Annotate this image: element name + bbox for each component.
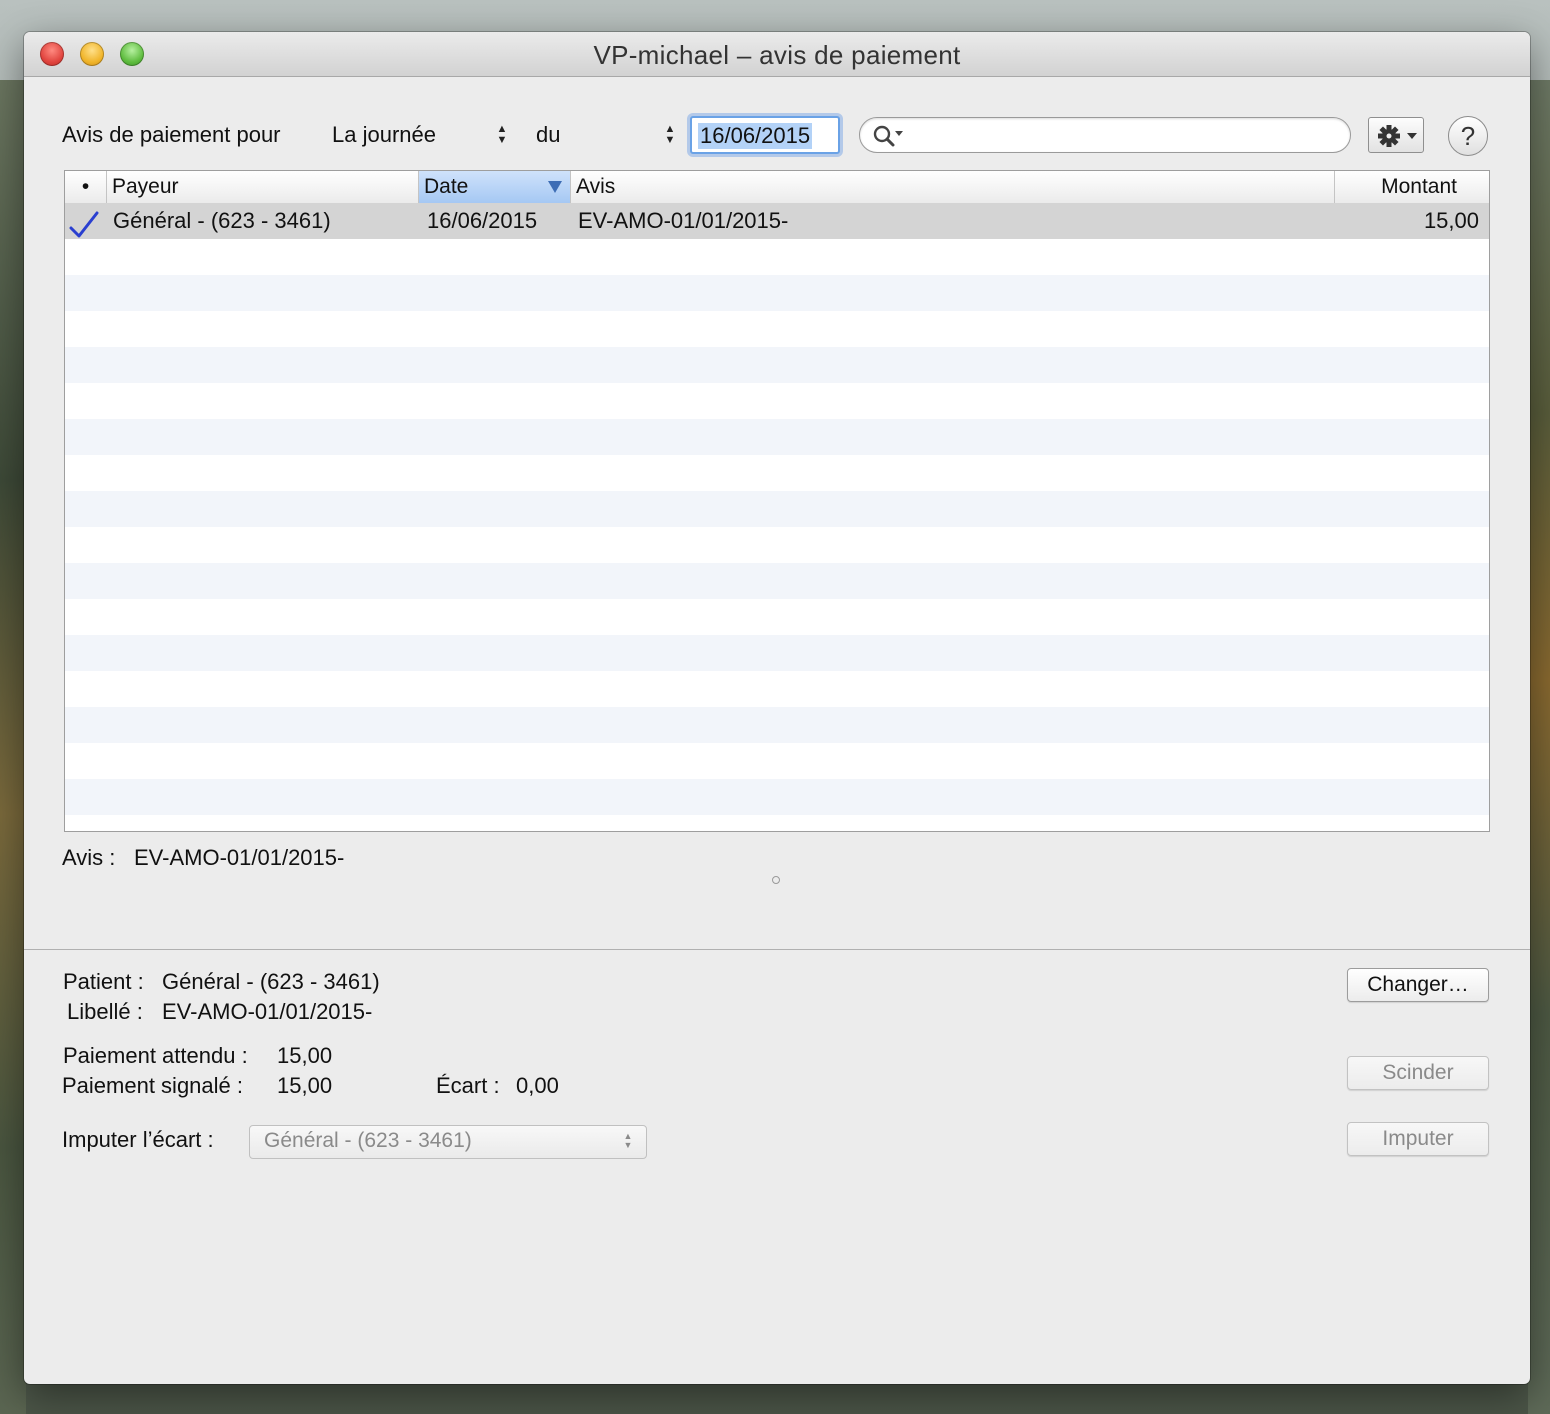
avis-detail-label: Avis : [62, 845, 116, 870]
action-menu-button[interactable] [1368, 117, 1424, 153]
section-divider [24, 949, 1530, 950]
filter-label: Avis de paiement pour [62, 122, 281, 147]
sort-descending-icon [548, 181, 562, 193]
column-header-date-label: Date [424, 175, 469, 198]
period-popup[interactable]: La journée ▲ ▼ [324, 116, 514, 154]
search-icon[interactable] [872, 123, 912, 149]
popup-arrows-icon: ▲ ▼ [496, 123, 508, 146]
date-cell: 16/06/2015 [427, 208, 538, 233]
help-button[interactable]: ? [1448, 116, 1488, 156]
empty-row [65, 419, 1489, 455]
search-field[interactable] [859, 117, 1351, 153]
popup-arrows-icon: ▲ ▼ [623, 1131, 633, 1150]
avis-detail-value: EV-AMO-01/01/2015- [134, 845, 345, 870]
column-header-payeur[interactable]: Payeur [107, 171, 419, 203]
patient-label: Patient : [63, 969, 144, 994]
window-title: VP-michael – avis de paiement [593, 40, 961, 70]
column-header-avis[interactable]: Avis [571, 171, 1335, 203]
empty-row [65, 383, 1489, 419]
title-bar: VP-michael – avis de paiement [24, 32, 1530, 77]
difference-value: 0,00 [516, 1073, 559, 1098]
reported-payment-value: 15,00 [277, 1073, 333, 1098]
empty-row [65, 527, 1489, 563]
imputer-button[interactable]: Imputer [1347, 1122, 1489, 1156]
avis-cell: EV-AMO-01/01/2015- [578, 208, 789, 233]
libelle-label: Libellé : [67, 999, 143, 1024]
checkmark-icon [69, 211, 99, 238]
gear-icon [1378, 125, 1417, 147]
reported-payment-label: Paiement signalé : [62, 1073, 243, 1098]
empty-row [65, 779, 1489, 815]
montant-cell: 15,00 [1423, 208, 1479, 233]
expected-payment-label: Paiement attendu : [63, 1043, 248, 1068]
expected-payment-value: 15,00 [277, 1043, 333, 1068]
empty-row [65, 743, 1489, 779]
popup-arrows-icon: ▲ ▼ [664, 123, 676, 146]
period-popup-value: La journée [332, 122, 436, 147]
empty-row [65, 347, 1489, 383]
empty-row [65, 455, 1489, 491]
empty-row [65, 563, 1489, 599]
imputer-ecart-popup[interactable]: Général - (623 - 3461) ▲ ▼ [249, 1125, 647, 1159]
date-field[interactable]: 16/06/2015 [690, 116, 840, 154]
empty-row [65, 311, 1489, 347]
table-body: Général - (623 - 3461) 16/06/2015 EV-AMO… [65, 203, 1489, 831]
date-field-value: 16/06/2015 [698, 123, 813, 149]
changer-button[interactable]: Changer… [1347, 968, 1489, 1002]
payment-notices-table: • Payeur Date Avis Montant Général - (62… [64, 170, 1490, 832]
empty-row [65, 707, 1489, 743]
scinder-button[interactable]: Scinder [1347, 1056, 1489, 1090]
imputer-ecart-label: Imputer l’écart : [62, 1127, 214, 1152]
empty-row [65, 671, 1489, 707]
desktop-background-right [1528, 80, 1550, 1414]
column-header-date[interactable]: Date [419, 171, 571, 203]
empty-row [65, 599, 1489, 635]
table-row[interactable]: Général - (623 - 3461) 16/06/2015 EV-AMO… [65, 203, 1489, 239]
empty-row [65, 815, 1489, 831]
patient-value: Général - (623 - 3461) [162, 969, 380, 994]
empty-row [65, 275, 1489, 311]
column-header-status[interactable]: • [65, 171, 107, 203]
payeur-cell: Général - (623 - 3461) [113, 208, 331, 233]
empty-row [65, 491, 1489, 527]
search-input[interactable] [914, 122, 1338, 150]
du-popup-label: du [536, 122, 561, 147]
empty-row [65, 635, 1489, 671]
libelle-value: EV-AMO-01/01/2015- [162, 999, 373, 1024]
empty-row [65, 239, 1489, 275]
progress-indicator-icon [772, 876, 780, 884]
imputer-ecart-value: Général - (623 - 3461) [264, 1129, 472, 1152]
table-header: • Payeur Date Avis Montant [65, 171, 1489, 204]
desktop-background-left [0, 80, 26, 1414]
difference-label: Écart : [436, 1073, 500, 1098]
column-header-montant[interactable]: Montant [1335, 171, 1489, 203]
payment-notices-window: VP-michael – avis de paiement Avis de pa… [24, 32, 1530, 1384]
du-popup[interactable]: du ▲ ▼ [528, 116, 680, 154]
